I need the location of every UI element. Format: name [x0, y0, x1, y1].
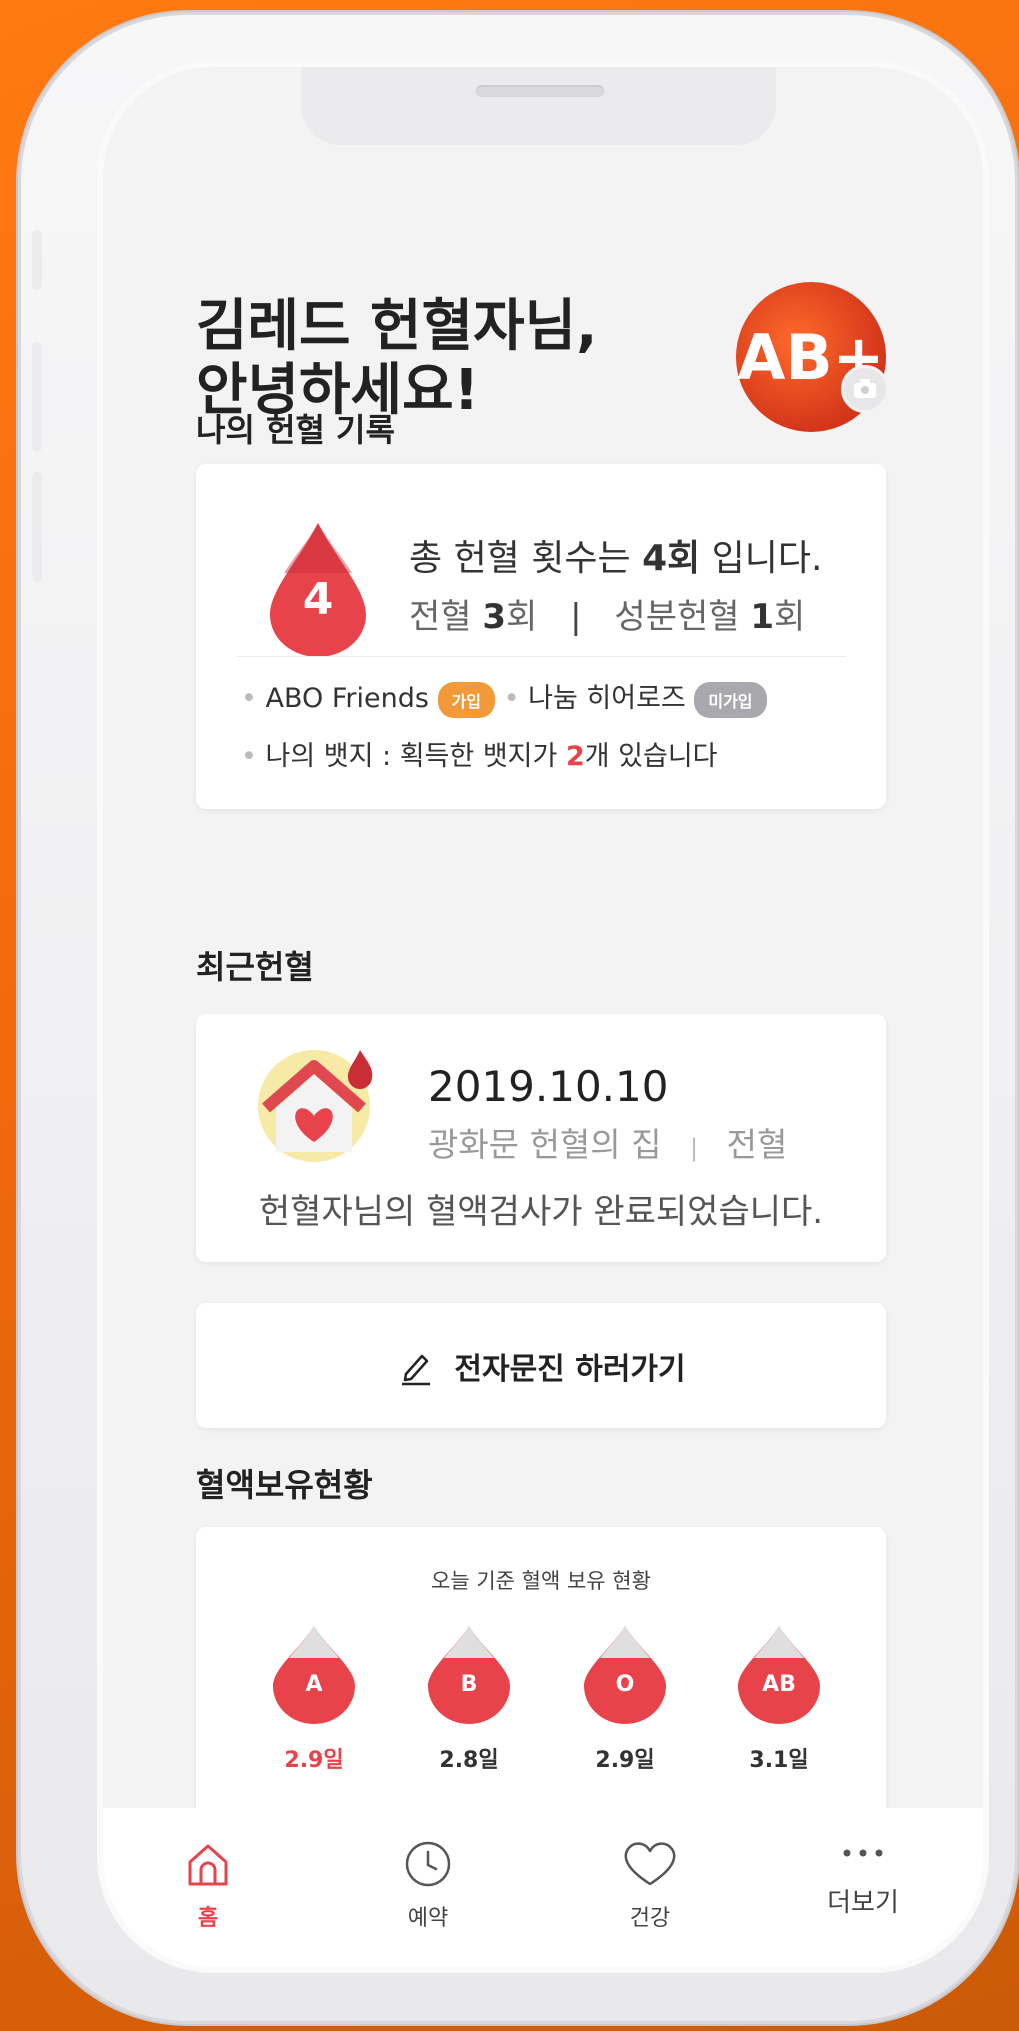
heroes-status-badge: 미가입	[694, 681, 767, 718]
section-title-record: 나의 헌혈 기록	[196, 411, 395, 449]
nav-label-reservation: 예약	[407, 1906, 449, 1931]
phone-frame: 김레드 헌혈자님, 안녕하세요! AB+ 나의 헌혈 기록 4 총 헌혈 횟수는…	[18, 12, 1018, 2024]
questionnaire-label: 전자문진 하러가기	[454, 1351, 686, 1387]
section-title-stock: 혈액보유현황	[196, 1466, 373, 1504]
stock-subtitle: 오늘 기준 혈액 보유 현황	[431, 1569, 651, 1593]
recent-donation-date: 2019.10.10	[428, 1062, 669, 1111]
blood-house-icon	[258, 1050, 373, 1162]
stock-item-a: A 2.9일	[269, 1622, 359, 1774]
nav-label-more: 더보기	[827, 1888, 899, 1918]
stock-type-ab: AB	[762, 1672, 796, 1697]
badge-prefix: 나의 뱃지 : 획득한 뱃지가	[265, 741, 566, 772]
stock-type-o: O	[615, 1672, 635, 1697]
membership-row: • ABO Friends 가입 • 나눔 히어로즈 미가입	[241, 676, 767, 718]
recent-donation-place: 광화문 헌혈의 집	[428, 1125, 662, 1164]
badge-count: 2	[565, 741, 585, 772]
component-label: 성분헌혈	[614, 597, 751, 637]
whole-blood-unit: 회	[506, 597, 538, 637]
stock-days-a: 2.9일	[284, 1748, 344, 1773]
donation-record-card[interactable]: 4 총 헌혈 횟수는 4회 입니다. 전혈 3회 | 성분헌혈 1회 • ABO…	[196, 464, 886, 809]
nav-label-home: 홈	[197, 1906, 219, 1931]
nav-item-home[interactable]: 홈	[128, 1838, 288, 1932]
breakdown-divider: |	[570, 597, 582, 637]
app-screen: 김레드 헌혈자님, 안녕하세요! AB+ 나의 헌혈 기록 4 총 헌혈 횟수는…	[103, 67, 983, 1967]
test-result-message: 헌혈자님의 혈액검사가 완료되었습니다.	[258, 1192, 824, 1232]
phone-side-button	[32, 230, 42, 290]
camera-icon[interactable]	[841, 365, 889, 413]
abo-friends-status-badge: 가입	[437, 681, 496, 718]
whole-blood-value: 3	[482, 597, 507, 637]
section-title-recent: 최근헌혈	[196, 948, 314, 986]
stock-days-b: 2.8일	[439, 1748, 499, 1773]
donation-count-number: 4	[302, 574, 334, 625]
nav-item-reservation[interactable]: 예약	[348, 1838, 508, 1932]
stock-item-b: B 2.8일	[424, 1622, 514, 1774]
questionnaire-button[interactable]: 전자문진 하러가기	[196, 1303, 886, 1428]
recent-donation-card[interactable]: 2019.10.10 광화문 헌혈의 집 | 전혈 헌혈자님의 혈액검사가 완료…	[196, 1014, 886, 1262]
heart-icon	[624, 1842, 676, 1886]
blood-stock-card: 오늘 기준 혈액 보유 현황 A 2.9일 B 2.8일 O 2.9일 AB 3…	[196, 1527, 886, 1825]
total-donation-text: 총 헌혈 횟수는 4회 입니다.	[409, 529, 822, 581]
place-separator: |	[690, 1134, 699, 1162]
total-suffix: 입니다.	[700, 538, 823, 579]
badge-suffix: 개 있습니다	[584, 741, 718, 772]
more-icon	[843, 1849, 883, 1857]
donation-breakdown: 전혈 3회 | 성분헌혈 1회	[409, 589, 805, 638]
stock-days-ab: 3.1일	[749, 1748, 809, 1773]
badge-row[interactable]: • 나의 뱃지 : 획득한 뱃지가 2개 있습니다	[241, 734, 718, 773]
phone-side-button	[32, 472, 42, 582]
pencil-icon	[402, 1354, 431, 1385]
abo-friends-label[interactable]: ABO Friends	[266, 683, 429, 714]
nav-item-more[interactable]: 더보기	[783, 1838, 943, 1919]
phone-side-button	[32, 342, 42, 452]
home-icon	[188, 1844, 228, 1886]
recent-donation-type: 전혈	[726, 1125, 788, 1164]
divider	[236, 656, 846, 657]
bottom-nav: 홈 예약 건강 더보기	[103, 1808, 983, 1967]
total-value: 4회	[642, 538, 701, 579]
recent-donation-place-row: 광화문 헌혈의 집 | 전혈	[428, 1118, 787, 1166]
nav-item-health[interactable]: 건강	[570, 1838, 730, 1932]
stock-item-o: O 2.9일	[580, 1622, 670, 1774]
speaker-grille	[476, 85, 604, 97]
greeting-title: 김레드 헌혈자님, 안녕하세요!	[196, 295, 597, 423]
stock-type-a: A	[305, 1672, 323, 1697]
total-prefix: 총 헌혈 횟수는	[409, 538, 643, 579]
greeting-line-1: 김레드 헌혈자님,	[196, 294, 598, 359]
clock-icon	[405, 1841, 451, 1887]
component-value: 1	[750, 597, 775, 637]
component-unit: 회	[774, 597, 806, 637]
heroes-label[interactable]: 나눔 히어로즈	[528, 683, 686, 714]
stock-item-ab: AB 3.1일	[734, 1622, 824, 1774]
whole-blood-label: 전혈	[409, 597, 483, 637]
stock-type-b: B	[460, 1672, 478, 1697]
nav-label-health: 건강	[629, 1906, 671, 1931]
stock-days-o: 2.9일	[595, 1748, 655, 1773]
phone-notch	[301, 67, 776, 145]
